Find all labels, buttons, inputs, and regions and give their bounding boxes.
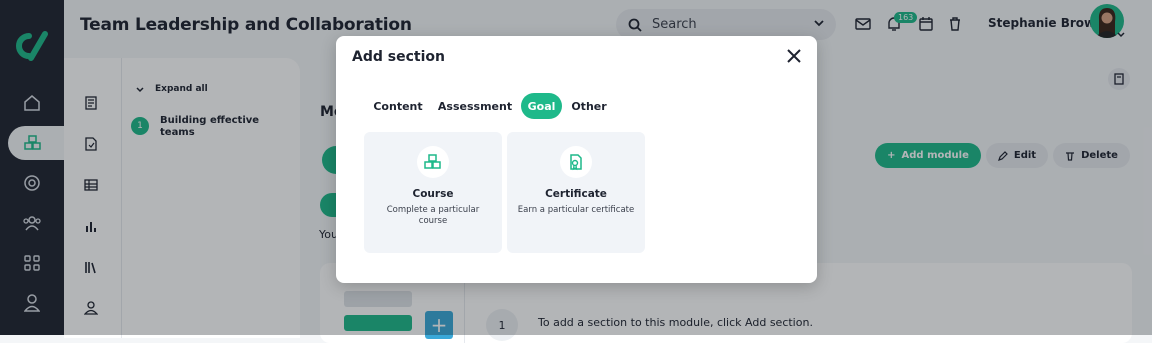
certificate-icon: [560, 146, 592, 178]
course-card[interactable]: Course Complete a particular course: [364, 132, 502, 253]
modal-title: Add section: [352, 49, 445, 65]
card-description: Earn a particular certificate: [517, 205, 635, 215]
card-title: Certificate: [545, 188, 607, 200]
card-title: Course: [412, 188, 454, 200]
certificate-card[interactable]: Certificate Earn a particular certificat…: [507, 132, 645, 253]
tab-other[interactable]: Other: [568, 93, 610, 119]
tab-content[interactable]: Content: [368, 93, 428, 119]
cubes-icon: [417, 146, 449, 178]
close-icon[interactable]: [786, 48, 802, 64]
card-description: Complete a particular course: [386, 205, 480, 226]
add-section-modal: Add section Content Assessment Goal Othe…: [336, 36, 817, 283]
tab-goal[interactable]: Goal: [521, 93, 562, 119]
tab-assessment[interactable]: Assessment: [436, 93, 514, 119]
